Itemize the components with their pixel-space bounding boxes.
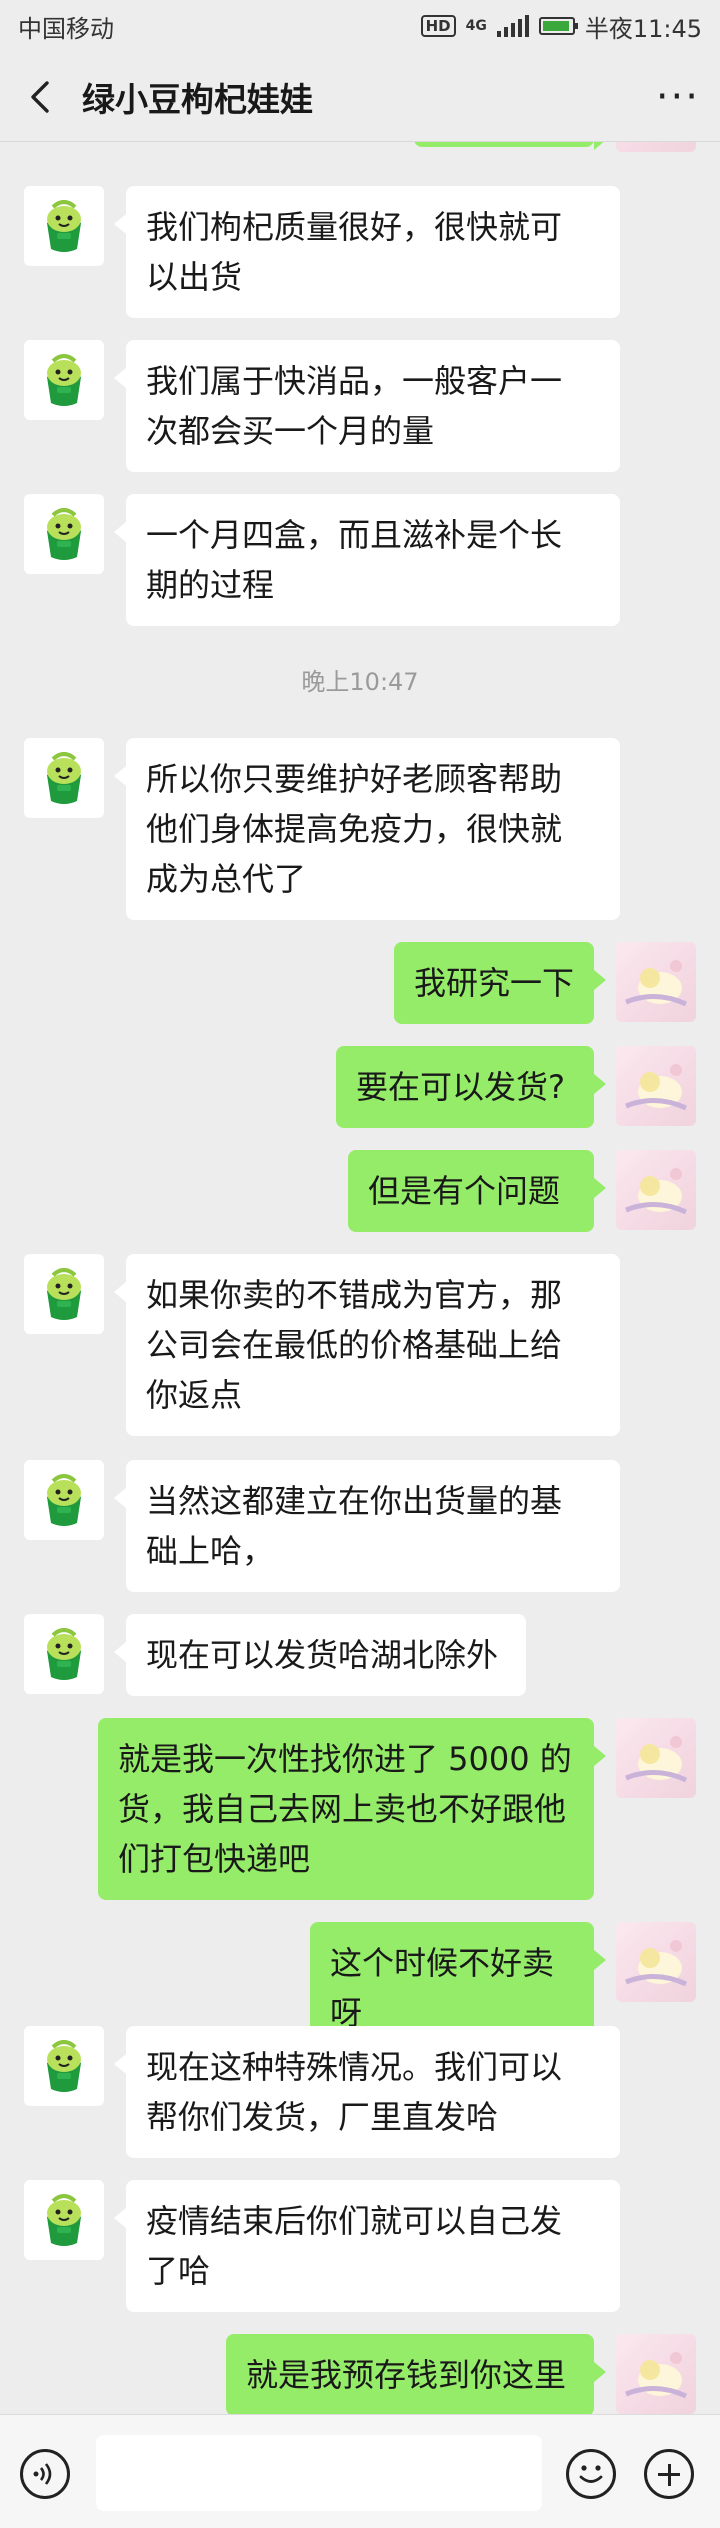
received-message-bubble[interactable]: 所以你只要维护好老顾客帮助 他们身体提高免疫力，很快就 成为总代了 — [114, 738, 620, 920]
bean-mascot-icon — [47, 354, 81, 406]
message-bubble-partial[interactable] — [414, 142, 606, 150]
bean-mascot-icon — [47, 752, 81, 804]
my-avatar[interactable] — [616, 1046, 696, 1126]
sent-message-bubble[interactable]: 但是有个问题 — [348, 1150, 606, 1232]
sent-message-bubble[interactable]: 要在可以发货? — [336, 1046, 606, 1128]
profile-photo-icon — [625, 1064, 688, 1111]
my-avatar[interactable] — [616, 142, 696, 152]
signal-icon — [496, 15, 529, 37]
bean-mascot-icon — [47, 2194, 81, 2246]
back-arrow-icon — [31, 80, 49, 113]
sent-message-bubble[interactable]: 就是我一次性找你进了 5000 的 货，我自己去网上卖也不好跟他 们打包快递吧 — [98, 1718, 606, 1900]
received-message-bubble[interactable]: 如果你卖的不错成为官方，那 公司会在最低的价格基础上给 你返点 — [114, 1254, 620, 1436]
bean-mascot-icon — [47, 1628, 81, 1680]
received-message-bubble[interactable]: 一个月四盒，而且滋补是个长 期的过程 — [114, 494, 620, 626]
profile-photo-icon — [625, 1940, 688, 1987]
status-icons: HD 4G 半夜11:45 — [420, 9, 702, 44]
received-message-bubble[interactable]: 现在可以发货哈湖北除外 — [114, 1614, 526, 1696]
message-list[interactable]: 我们枸杞质量很好，很快就可 以出货 我们属于快消品，一般客户一 次都会买一个月的量… — [0, 142, 720, 2414]
voice-input-button[interactable] — [20, 2449, 70, 2499]
status-bar: 中国移动 HD 4G 半夜11:45 — [0, 0, 720, 52]
back-button[interactable] — [20, 77, 60, 117]
timestamp-label: 晚上10:47 — [301, 668, 419, 696]
chat-header: 绿小豆枸杞娃娃 ··· — [0, 52, 720, 142]
bean-mascot-icon — [47, 1268, 81, 1320]
bean-mascot-icon — [47, 200, 81, 252]
my-avatar[interactable] — [616, 1150, 696, 1230]
more-functions-button[interactable] — [644, 2449, 694, 2499]
voice-icon — [33, 2463, 52, 2485]
carrier-label: 中国移动 — [18, 14, 114, 43]
input-bar — [0, 2414, 720, 2528]
clock-label: 半夜11:45 — [584, 14, 702, 43]
contact-avatar[interactable] — [24, 1614, 104, 1694]
profile-photo-icon — [625, 1168, 688, 1215]
my-avatar[interactable] — [616, 1922, 696, 2002]
sent-message-bubble[interactable]: 就是我预存钱到你这里 — [226, 2334, 606, 2414]
contact-avatar[interactable] — [24, 2180, 104, 2260]
bean-mascot-icon — [47, 1474, 81, 1526]
received-message-bubble[interactable]: 现在这种特殊情况。我们可以 帮你们发货，厂里直发哈 — [114, 2026, 620, 2158]
my-avatar[interactable] — [616, 1718, 696, 1798]
received-message-bubble[interactable]: 疫情结束后你们就可以自己发 了哈 — [114, 2180, 620, 2312]
received-message-bubble[interactable]: 我们属于快消品，一般客户一 次都会买一个月的量 — [114, 340, 620, 472]
received-message-bubble[interactable]: 当然这都建立在你出货量的基 础上哈， — [114, 1460, 620, 1592]
contact-avatar[interactable] — [24, 1254, 104, 1334]
sent-message-bubble[interactable]: 我研究一下 — [394, 942, 606, 1024]
network-type-label: 4G — [465, 18, 487, 34]
contact-avatar[interactable] — [24, 494, 104, 574]
message-input[interactable] — [96, 2435, 542, 2511]
contact-avatar[interactable] — [24, 186, 104, 266]
profile-photo-icon — [625, 960, 688, 1007]
battery-icon — [538, 17, 578, 35]
profile-photo-icon — [625, 2352, 688, 2399]
received-message-bubble[interactable]: 我们枸杞质量很好，很快就可 以出货 — [114, 186, 620, 318]
bean-mascot-icon — [47, 508, 81, 560]
my-avatar[interactable] — [616, 942, 696, 1022]
chat-title: 绿小豆枸杞娃娃 — [82, 79, 313, 119]
hd-icon: HD — [420, 15, 456, 37]
contact-avatar[interactable] — [24, 340, 104, 420]
emoji-button[interactable] — [566, 2449, 616, 2499]
emoji-icon — [579, 2465, 603, 2483]
more-options-button[interactable]: ··· — [656, 77, 700, 117]
contact-avatar[interactable] — [24, 1460, 104, 1540]
contact-avatar[interactable] — [24, 2026, 104, 2106]
contact-avatar[interactable] — [24, 738, 104, 818]
my-avatar[interactable] — [616, 2334, 696, 2414]
profile-photo-icon — [625, 1736, 688, 1783]
bean-mascot-icon — [47, 2040, 81, 2092]
